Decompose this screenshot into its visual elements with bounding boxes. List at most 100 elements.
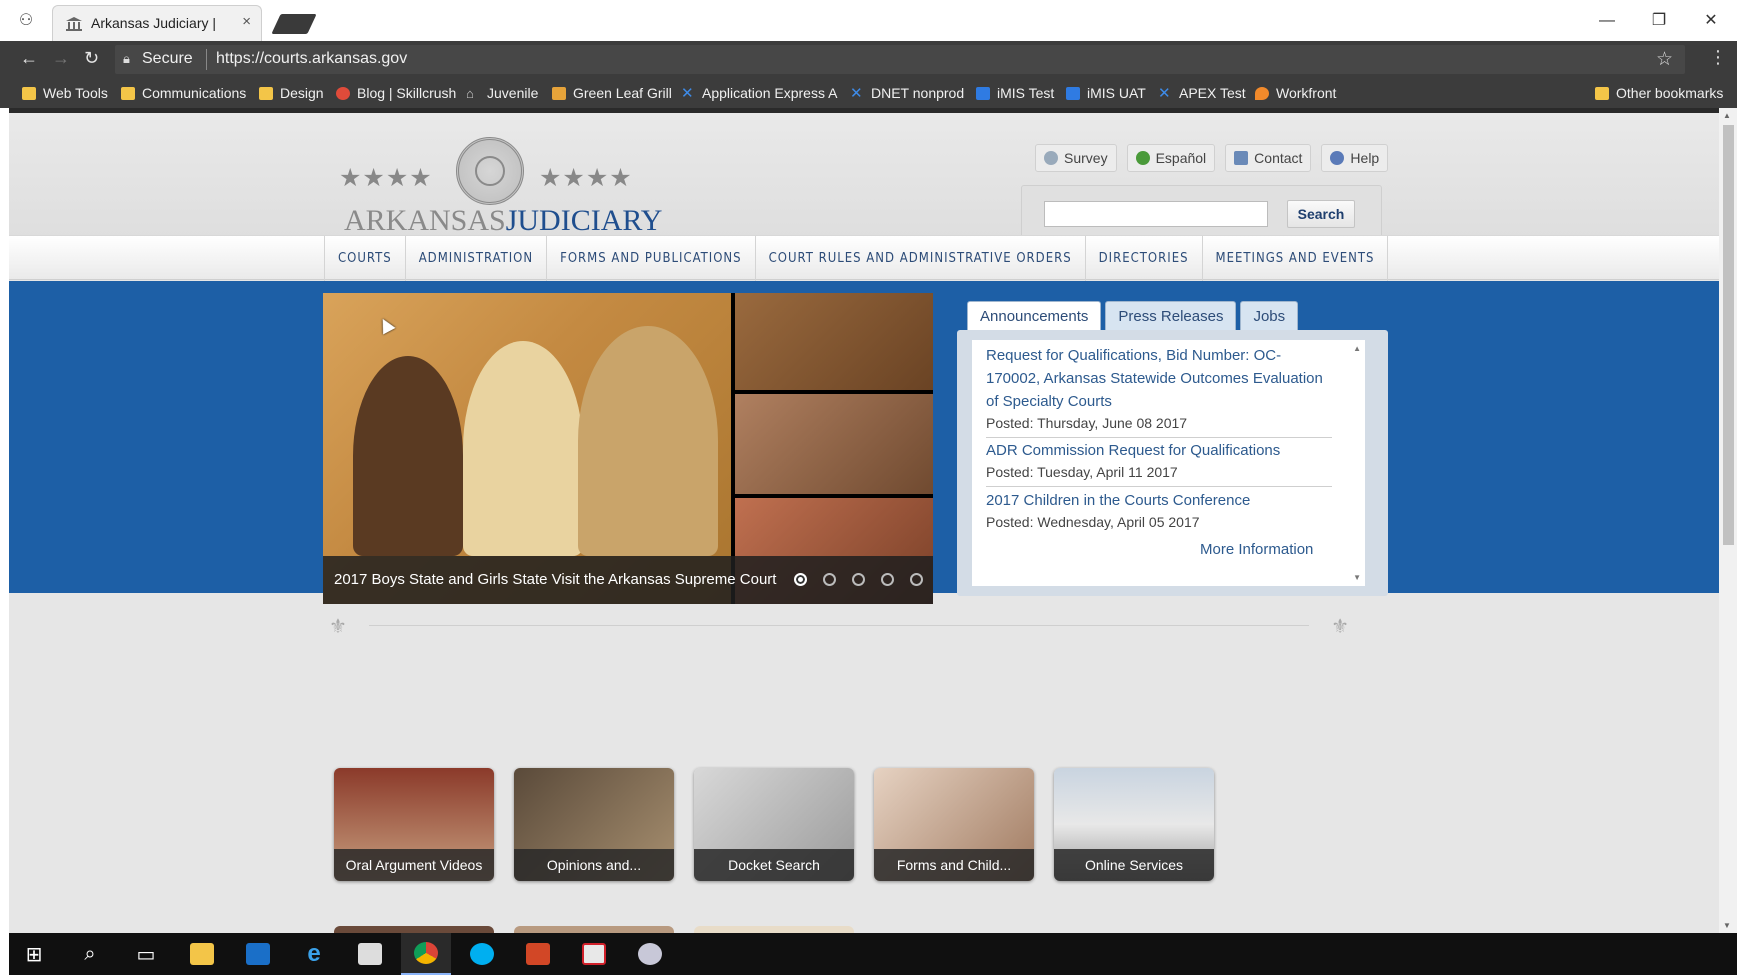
window-controls: — ❐ ✕ — [1581, 0, 1737, 41]
chrome-menu-icon[interactable]: ⋮ — [1709, 47, 1727, 68]
minimize-icon[interactable]: — — [1581, 0, 1633, 41]
acrobat-icon[interactable] — [569, 933, 619, 975]
reload-icon[interactable]: ↻ — [84, 48, 99, 69]
file-explorer-icon[interactable] — [177, 933, 227, 975]
folder-icon — [259, 86, 273, 100]
tab-announcements[interactable]: Announcements — [967, 301, 1102, 330]
incognito-icon[interactable]: ⚇ — [14, 10, 38, 32]
quick-link-partial[interactable] — [514, 926, 674, 933]
slider-dot[interactable] — [910, 573, 923, 586]
site-search-input[interactable] — [1044, 201, 1268, 227]
bookmark-label: Application Express A — [702, 85, 838, 101]
list-item: ADR Commission Request for Qualification… — [986, 439, 1332, 482]
divider — [986, 437, 1332, 438]
quick-link-opinions[interactable]: Opinions and... — [514, 768, 674, 881]
task-view-icon[interactable]: ▭ — [121, 933, 171, 975]
slider-caption-text[interactable]: 2017 Boys State and Girls State Visit th… — [334, 571, 776, 588]
calculator-icon[interactable] — [345, 933, 395, 975]
tab-jobs[interactable]: Jobs — [1240, 301, 1299, 330]
url-text[interactable]: https://courts.arkansas.gov — [216, 50, 407, 68]
bookmark-item[interactable]: ✕ Application Express A — [681, 82, 837, 104]
quick-link-docket-search[interactable]: Docket Search — [694, 768, 854, 881]
forward-icon[interactable]: → — [52, 48, 70, 69]
contact-link[interactable]: Contact — [1225, 144, 1312, 172]
close-window-icon[interactable]: ✕ — [1685, 0, 1737, 41]
announcements-list[interactable]: Request for Qualifications, Bid Number: … — [972, 340, 1365, 586]
bookmark-label: Web Tools — [43, 85, 108, 101]
other-bookmarks[interactable]: Other bookmarks — [1595, 82, 1723, 104]
bookmark-item[interactable]: iMIS UAT — [1066, 82, 1146, 104]
ornament-divider: ⚜ ⚜ — [329, 616, 1349, 638]
new-tab-button[interactable] — [271, 14, 317, 34]
quick-link-online-services[interactable]: Online Services — [1054, 768, 1214, 881]
bookmark-star-icon[interactable]: ☆ — [1656, 48, 1673, 71]
snipping-tool-icon[interactable] — [625, 933, 675, 975]
bookmark-item[interactable]: Green Leaf Grill — [552, 82, 672, 104]
quick-link-forms-and-child[interactable]: Forms and Child... — [874, 768, 1034, 881]
scroll-up-icon[interactable]: ▲ — [1723, 111, 1731, 120]
help-icon — [1330, 151, 1345, 165]
chrome-icon[interactable] — [401, 933, 451, 975]
scroll-up-icon[interactable]: ▲ — [1353, 344, 1361, 353]
scrollbar-thumb[interactable] — [1723, 125, 1734, 545]
slider-dot[interactable] — [881, 573, 894, 586]
announcement-title[interactable]: 2017 Children in the Courts Conference — [986, 489, 1332, 512]
browser-tab[interactable]: Arkansas Judiciary | × — [52, 5, 262, 41]
announcement-title[interactable]: Request for Qualifications, Bid Number: … — [986, 344, 1332, 413]
image-slider[interactable]: 2017 Boys State and Girls State Visit th… — [323, 293, 933, 604]
bookmark-item[interactable]: Web Tools — [22, 82, 108, 104]
nav-courts[interactable]: COURTS — [324, 236, 405, 281]
bookmark-item[interactable]: ⌂ Juvenile — [466, 82, 538, 104]
slider-dot[interactable] — [823, 573, 836, 586]
help-link[interactable]: Help — [1321, 144, 1389, 172]
site-logo[interactable]: ARKANSASJUDICIARY — [344, 204, 662, 238]
bookmark-item[interactable]: Workfront — [1255, 82, 1336, 104]
quick-link-label: Docket Search — [694, 849, 854, 881]
quick-link-partial[interactable] — [334, 926, 494, 933]
bookmark-item[interactable]: Blog | Skillcrush — [336, 82, 456, 104]
nav-meetings-and-events[interactable]: MEETINGS AND EVENTS — [1201, 236, 1389, 281]
bookmark-item[interactable]: Communications — [121, 82, 246, 104]
search-button[interactable]: Search — [1287, 200, 1355, 228]
espanol-link[interactable]: Español — [1126, 144, 1216, 172]
secure-label: Secure — [142, 50, 193, 67]
back-icon[interactable]: ← — [20, 48, 38, 69]
apex-icon: ✕ — [681, 84, 694, 102]
bookmark-label: Blog | Skillcrush — [357, 85, 457, 101]
slider-dot[interactable] — [794, 573, 807, 586]
quick-link-partial[interactable] — [694, 926, 854, 933]
skype-icon[interactable] — [457, 933, 507, 975]
nav-directories[interactable]: DIRECTORIES — [1084, 236, 1202, 281]
quick-link-oral-argument-videos[interactable]: Oral Argument Videos — [334, 768, 494, 881]
close-tab-icon[interactable]: × — [242, 13, 251, 30]
bookmark-item[interactable]: ✕ DNET nonprod — [850, 82, 964, 104]
tab-press-releases[interactable]: Press Releases — [1105, 301, 1237, 330]
announcement-title[interactable]: ADR Commission Request for Qualification… — [986, 439, 1332, 462]
windows-start-icon[interactable]: ⊞ — [9, 933, 59, 975]
powerpoint-icon[interactable] — [513, 933, 563, 975]
bookmark-item[interactable]: iMIS Test — [976, 82, 1054, 104]
outlook-icon[interactable] — [233, 933, 283, 975]
scroll-down-icon[interactable]: ▼ — [1353, 573, 1361, 582]
photo-person — [463, 341, 583, 556]
scroll-down-icon[interactable]: ▼ — [1723, 921, 1731, 930]
quick-link-label: Opinions and... — [514, 849, 674, 881]
internet-explorer-icon[interactable]: e — [289, 933, 339, 975]
stars-right-icon: ★★★★ — [539, 164, 633, 192]
apex-icon: ✕ — [1158, 84, 1171, 102]
bookmark-label: Communications — [142, 85, 247, 101]
survey-link[interactable]: Survey — [1035, 144, 1117, 172]
omnibox[interactable]: 🔒︎ Secure https://courts.arkansas.gov ☆ — [115, 45, 1685, 74]
nav-administration[interactable]: ADMINISTRATION — [404, 236, 546, 281]
bookmark-item[interactable]: Design — [259, 82, 324, 104]
vertical-scrollbar[interactable]: ▲ ▼ — [1719, 108, 1737, 933]
search-icon[interactable]: ⌕ — [65, 933, 115, 975]
nav-forms-and-publications[interactable]: FORMS AND PUBLICATIONS — [546, 236, 754, 281]
slide-thumbnail — [735, 293, 933, 390]
restore-icon[interactable]: ❐ — [1633, 0, 1685, 41]
bookmark-item[interactable]: ✕ APEX Test — [1158, 82, 1246, 104]
more-information-link[interactable]: More Information — [1200, 541, 1313, 558]
workfront-icon — [1255, 86, 1269, 100]
nav-court-rules[interactable]: COURT RULES AND ADMINISTRATIVE ORDERS — [754, 236, 1085, 281]
slider-dot[interactable] — [852, 573, 865, 586]
